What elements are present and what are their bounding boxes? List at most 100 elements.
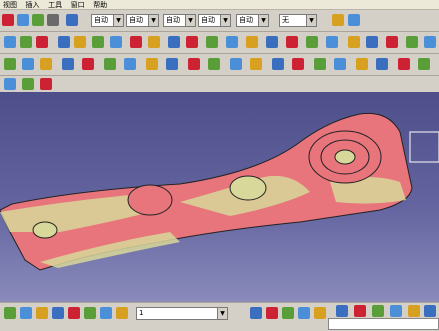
line-thickness-combo[interactable]: 自动 ▼: [236, 14, 269, 27]
pad-icon[interactable]: [20, 36, 32, 48]
remove-loft-icon[interactable]: [186, 36, 198, 48]
extrude-icon[interactable]: [4, 58, 16, 70]
edge-fillet-icon[interactable]: [314, 58, 326, 70]
pocket-icon[interactable]: [36, 36, 48, 48]
compass-icon[interactable]: [409, 131, 439, 163]
line-thickness-value: 自动: [239, 16, 253, 24]
hole-icon[interactable]: [92, 36, 104, 48]
part-model[interactable]: [0, 92, 439, 302]
measure-icon[interactable]: [4, 78, 16, 90]
stiffener-icon[interactable]: [148, 36, 160, 48]
boundary-icon[interactable]: [250, 58, 262, 70]
loft-icon[interactable]: [168, 36, 180, 48]
thread-icon[interactable]: [306, 36, 318, 48]
curvature-icon[interactable]: [40, 78, 52, 90]
translate-icon[interactable]: [326, 36, 338, 48]
menu-bar: 视图 插入 工具 窗口 帮助: [0, 0, 439, 10]
shell-icon[interactable]: [266, 36, 278, 48]
trim-icon[interactable]: [230, 58, 242, 70]
pan-icon[interactable]: [36, 307, 48, 319]
chevron-down-icon: ▼: [148, 15, 158, 26]
menu-insert[interactable]: 插入: [23, 1, 43, 10]
iso-view-icon[interactable]: [116, 307, 128, 319]
rotate-view-icon[interactable]: [52, 307, 64, 319]
rotate-icon[interactable]: [348, 36, 360, 48]
chevron-down-icon: ▼: [113, 15, 123, 26]
save-icon[interactable]: [32, 14, 44, 26]
slot-icon[interactable]: [130, 36, 142, 48]
properties-icon[interactable]: [348, 14, 360, 26]
shaft-icon[interactable]: [58, 36, 70, 48]
projection-icon[interactable]: [398, 58, 410, 70]
blend-icon[interactable]: [146, 58, 158, 70]
painter-icon[interactable]: [332, 14, 344, 26]
groove-icon[interactable]: [74, 36, 86, 48]
menu-tools[interactable]: 工具: [45, 1, 65, 10]
cylinder-icon[interactable]: [62, 58, 74, 70]
menu-window[interactable]: 窗口: [68, 1, 88, 10]
shape-fillet-icon[interactable]: [292, 58, 304, 70]
menu-help[interactable]: 帮助: [90, 1, 110, 10]
swap-space-icon[interactable]: [282, 307, 294, 319]
plane-icon[interactable]: [376, 58, 388, 70]
fly-icon[interactable]: [4, 307, 16, 319]
fit-all-icon[interactable]: [20, 307, 32, 319]
fill-color-combo[interactable]: 自动 ▼: [91, 14, 124, 27]
offset-icon[interactable]: [82, 58, 94, 70]
draft-icon[interactable]: [246, 36, 258, 48]
hole-feature: [334, 149, 356, 165]
chamfer-icon[interactable]: [226, 36, 238, 48]
undo-icon[interactable]: [47, 14, 59, 26]
pattern-icon[interactable]: [406, 36, 418, 48]
selection-area[interactable]: [328, 318, 439, 330]
rib-icon[interactable]: [110, 36, 122, 48]
line-color-value: 自动: [166, 16, 180, 24]
line-color-combo[interactable]: 自动 ▼: [163, 14, 196, 27]
intersection-icon[interactable]: [418, 58, 430, 70]
tools-icon[interactable]: [424, 305, 436, 317]
render-icon[interactable]: [408, 305, 420, 317]
symmetry-icon[interactable]: [366, 36, 378, 48]
cube-view-icon[interactable]: [354, 305, 366, 317]
whats-this-icon[interactable]: [66, 14, 78, 26]
menu-view[interactable]: 视图: [0, 1, 20, 10]
draft-analysis-icon[interactable]: [22, 78, 34, 90]
sweep-icon[interactable]: [104, 58, 116, 70]
analysis-toolbar: [0, 76, 439, 93]
line-icon[interactable]: [356, 58, 368, 70]
zoom-in-icon[interactable]: [68, 307, 80, 319]
select-icon[interactable]: [250, 307, 262, 319]
point-icon[interactable]: [334, 58, 346, 70]
line-type-combo[interactable]: 自动 ▼: [198, 14, 231, 27]
sketch-icon[interactable]: [4, 36, 16, 48]
sphere-icon[interactable]: [40, 58, 52, 70]
revolve-icon[interactable]: [22, 58, 34, 70]
shading-icon[interactable]: [298, 307, 310, 319]
scaling-icon[interactable]: [424, 36, 436, 48]
material-icon[interactable]: [372, 305, 384, 317]
multi-view-icon[interactable]: [336, 305, 348, 317]
color-icon[interactable]: [2, 14, 14, 26]
hole-feature: [32, 221, 58, 239]
thickness-icon[interactable]: [286, 36, 298, 48]
3d-viewport[interactable]: [0, 92, 439, 302]
layer-filter-combo[interactable]: 无 ▼: [279, 14, 317, 27]
split-icon[interactable]: [208, 58, 220, 70]
join-icon[interactable]: [166, 58, 178, 70]
edges-icon[interactable]: [314, 307, 326, 319]
fillet-icon[interactable]: [206, 36, 218, 48]
layer-combo[interactable]: 1 ▼: [136, 307, 228, 320]
healing-icon[interactable]: [188, 58, 200, 70]
mirror-icon[interactable]: [386, 36, 398, 48]
part-design-toolbar: [0, 32, 439, 54]
chevron-down-icon: ▼: [258, 15, 268, 26]
extract-icon[interactable]: [272, 58, 284, 70]
graphic-properties-toolbar: 自动 ▼ 自动 ▼ 自动 ▼ 自动 ▼ 自动 ▼ 无 ▼: [0, 10, 439, 32]
wireframe-icon[interactable]: [390, 305, 402, 317]
fill-icon[interactable]: [124, 58, 136, 70]
zoom-out-icon[interactable]: [84, 307, 96, 319]
transparency-combo[interactable]: 自动 ▼: [126, 14, 159, 27]
normal-view-icon[interactable]: [100, 307, 112, 319]
open-icon[interactable]: [17, 14, 29, 26]
hide-show-icon[interactable]: [266, 307, 278, 319]
